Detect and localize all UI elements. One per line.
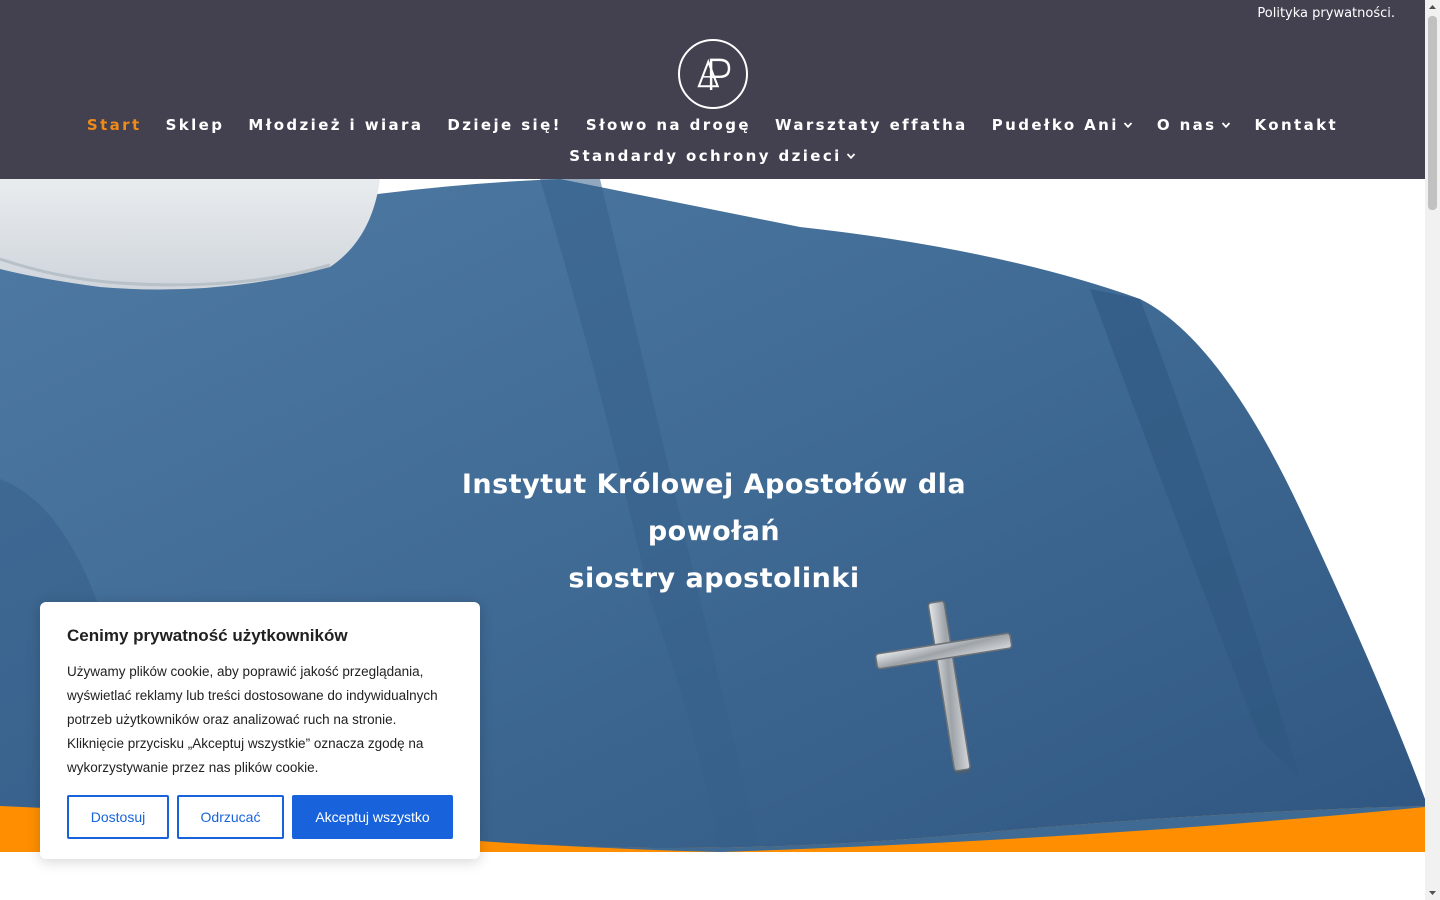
nav-item-warsztaty-effatha[interactable]: Warsztaty effatha [775,116,968,134]
nav-item-label: Kontakt [1254,116,1339,134]
page-scrollbar[interactable] [1425,0,1440,900]
nav-item-dzieje-się[interactable]: Dzieje się! [447,116,562,134]
main-nav: Start Sklep Młodzież i wiara Dzieje się! Sło… [0,116,1425,134]
nav-item-kontakt[interactable]: Kontakt [1255,116,1339,134]
nav-item-label: Start [86,116,142,134]
nav-item-pudełko-ani[interactable]: Pudełko Ani [992,116,1133,134]
privacy-policy-link[interactable]: Polityka prywatności. [1257,6,1395,21]
scroll-up-arrow-icon[interactable] [1428,3,1437,12]
nav-item-label: Standardy ochrony dzieci [569,147,842,165]
hero-title-line: siostry apostolinki [568,563,860,594]
cookie-title: Cenimy prywatność użytkowników [67,626,348,645]
nav-item-label: Dzieje się! [447,116,562,134]
nav-item-label: O nas [1156,116,1217,134]
ap-monogram-logo-icon [697,58,731,91]
cookie-description: Używamy plików cookie, aby poprawić jako… [67,664,438,775]
nav-item-label: Sklep [165,116,225,134]
hero-title-line: Instytut Królowej Apostołów dla [461,469,967,500]
site-logo[interactable] [678,39,748,109]
nav-item-sklep[interactable]: Sklep [166,116,225,134]
nav-item-start[interactable]: Start [87,116,142,134]
accept-all-button[interactable]: Akceptuj wszystko [292,795,453,839]
chevron-down-icon[interactable] [1123,120,1133,130]
hero-title-line: powołań [647,516,781,547]
chevron-down-icon[interactable] [846,151,856,161]
cookie-buttons: Dostosuj Odrzucać Akceptuj wszystko [67,795,453,839]
customize-button[interactable]: Dostosuj [67,795,169,839]
nav-item-label: Pudełko Ani [991,116,1119,134]
nav-item-o-nas[interactable]: O nas [1157,116,1231,134]
hero-title: Instytut Królowej Apostołów dla powołań … [414,461,1014,602]
scroll-down-arrow-icon[interactable] [1428,888,1437,897]
nav-item-słowo-na-drogę[interactable]: Słowo na drogę [586,116,751,134]
nav-item-label: Słowo na drogę [585,116,751,134]
main-nav-second-row: Standardy ochrony dzieci [0,147,1425,165]
nav-item-standardy-ochrony-dzieci[interactable]: Standardy ochrony dzieci [569,147,855,165]
site-header: Polityka prywatności. Start Sklep Młodzież… [0,0,1425,179]
scrollbar-thumb[interactable] [1428,16,1437,210]
nav-item-label: Warsztaty effatha [774,116,968,134]
reject-button[interactable]: Odrzucać [177,795,284,839]
nav-item-label: Młodzież i wiara [248,116,424,134]
nav-item-młodzież-i-wiara[interactable]: Młodzież i wiara [248,116,423,134]
chevron-down-icon[interactable] [1221,120,1231,130]
cookie-consent-panel: Cenimy prywatność użytkowników Używamy p… [40,602,480,859]
